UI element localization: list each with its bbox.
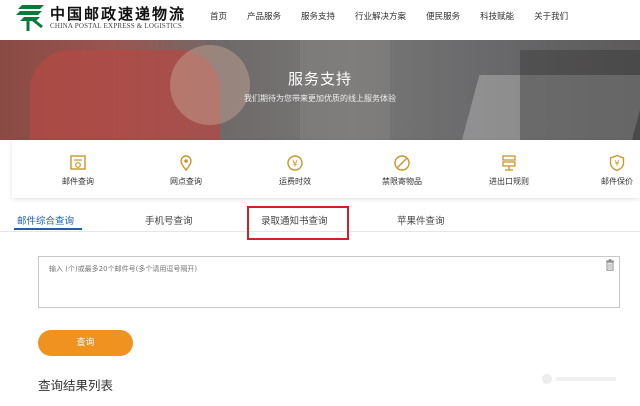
- service-label: 运费时效: [279, 177, 311, 186]
- service-label: 网点查询: [170, 177, 202, 186]
- yuan-clock-icon: ¥: [287, 155, 303, 171]
- banner-title: 服务支持: [287, 70, 352, 88]
- tab-comprehensive-query[interactable]: 邮件综合查询: [17, 213, 74, 227]
- service-shortcuts: 邮件查询 网点查询 ¥ 运费时效 禁限寄物品 进出口规则 ¥ 邮件保价: [12, 140, 640, 198]
- nav-about[interactable]: 关于我们: [534, 10, 568, 22]
- banner-photo-shape: [300, 40, 390, 140]
- banner-subtitle: 我们期待为您带来更加优质的线上服务体验: [244, 94, 396, 103]
- service-import-export-rules[interactable]: 进出口规则: [474, 154, 544, 187]
- service-label: 进出口规则: [489, 177, 529, 186]
- main-nav: 首页 产品服务 服务支持 行业解决方案 便民服务 科技赋能 关于我们: [210, 0, 588, 32]
- prohibited-icon: [394, 155, 410, 171]
- service-prohibited-items[interactable]: 禁限寄物品: [367, 154, 437, 187]
- watermark-logo: [542, 374, 616, 384]
- active-tab-indicator: [14, 228, 82, 230]
- nav-home[interactable]: 首页: [210, 10, 227, 22]
- service-mail-query[interactable]: 邮件查询: [43, 154, 113, 187]
- brand-name-en: CHINA POSTAL EXPRESS & LOGISTICS: [50, 22, 182, 30]
- customs-rules-icon: [502, 155, 516, 171]
- annotation-highlight: [247, 206, 349, 240]
- location-pin-icon: [180, 155, 192, 172]
- nav-support[interactable]: 服务支持: [301, 10, 335, 22]
- query-button[interactable]: 查询: [38, 330, 133, 356]
- mail-number-input[interactable]: [38, 256, 620, 308]
- nav-convenience[interactable]: 便民服务: [426, 10, 460, 22]
- nav-tech[interactable]: 科技赋能: [480, 10, 514, 22]
- svg-text:¥: ¥: [292, 160, 298, 170]
- trash-icon[interactable]: [605, 259, 615, 271]
- nav-products[interactable]: 产品服务: [247, 10, 281, 22]
- shield-yuan-icon: ¥: [609, 154, 625, 172]
- service-label: 禁限寄物品: [382, 177, 422, 186]
- service-freight-time[interactable]: ¥ 运费时效: [260, 154, 330, 187]
- site-header: 中国邮政速递物流 CHINA POSTAL EXPRESS & LOGISTIC…: [0, 0, 640, 40]
- hero-banner: 服务支持 我们期待为您带来更加优质的线上服务体验: [0, 40, 640, 140]
- service-label: 邮件保价: [601, 177, 633, 186]
- tab-phone-query[interactable]: 手机号查询: [145, 213, 193, 227]
- service-insured-mail[interactable]: ¥ 邮件保价: [582, 154, 640, 187]
- nav-industry-solutions[interactable]: 行业解决方案: [355, 10, 406, 22]
- mail-search-icon: [70, 155, 86, 170]
- service-label: 邮件查询: [62, 177, 94, 186]
- results-list-title: 查询结果列表: [38, 378, 114, 393]
- brand-name-cn: 中国邮政速递物流: [50, 5, 187, 23]
- svg-text:¥: ¥: [614, 159, 619, 168]
- china-post-logo-icon[interactable]: [14, 3, 48, 33]
- tab-apple-query[interactable]: 苹果件查询: [397, 213, 445, 227]
- service-outlet-query[interactable]: 网点查询: [151, 154, 221, 187]
